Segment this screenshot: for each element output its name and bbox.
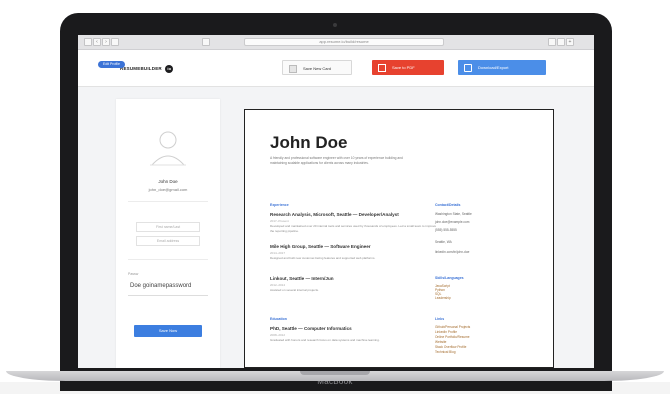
contact-item: (555) 555-5555 bbox=[435, 228, 457, 232]
download-icon[interactable] bbox=[548, 38, 556, 46]
app-header: RESUMEBUILDER io Save New Card Save to P… bbox=[78, 50, 594, 87]
contact-item: Washington State, Seattle bbox=[435, 212, 472, 216]
password-underline bbox=[128, 295, 208, 296]
job-title: Research Analysis, Microsoft, Seattle — … bbox=[270, 212, 399, 217]
link-item[interactable]: Stack Overflow Profile bbox=[435, 345, 515, 349]
links-heading: Links bbox=[435, 317, 445, 321]
password-label: Passw bbox=[128, 272, 139, 276]
edit-profile-badge[interactable]: Edit Profile bbox=[98, 61, 125, 68]
logo-mark-icon: io bbox=[165, 65, 174, 73]
education-description: Graduated with honors and research focus… bbox=[270, 338, 380, 342]
contact-item: Seattle, WA bbox=[435, 240, 452, 244]
save-pdf-label: Save to PDF bbox=[392, 65, 415, 70]
skills-heading: Skills/Languages bbox=[435, 276, 464, 280]
sidebar-toggle-icon[interactable] bbox=[111, 38, 119, 46]
job-dates: 2014–2017 bbox=[270, 251, 286, 255]
divider bbox=[128, 201, 208, 202]
skill-item: Leadership bbox=[435, 296, 451, 300]
education-title: PhD, Seattle — Computer Informatics bbox=[270, 326, 352, 331]
share-icon[interactable] bbox=[202, 38, 210, 46]
save-icon bbox=[289, 64, 297, 73]
save-card-label: Save New Card bbox=[303, 66, 332, 71]
job-dates: 2012–2014 bbox=[270, 283, 286, 287]
contact-item: linkedin.com/in/john-doe bbox=[435, 250, 470, 254]
new-tab-icon[interactable]: + bbox=[566, 38, 574, 46]
job-description: Designed and built new customer-facing f… bbox=[270, 256, 376, 260]
download-label: Download/Export bbox=[478, 65, 509, 70]
contact-heading: Contact/Details bbox=[435, 203, 461, 207]
avatar[interactable] bbox=[148, 127, 188, 167]
job-description: Developed and maintained over 20 interna… bbox=[270, 224, 437, 233]
job-title: Linkout, Seattle — Intern/Jun bbox=[270, 276, 334, 281]
education-dates: 2008–2012 bbox=[270, 333, 286, 337]
download-button[interactable]: Download/Export bbox=[458, 60, 546, 75]
experience-heading: Experience bbox=[270, 203, 289, 207]
resume-preview[interactable]: John Doe A friendly and professional sof… bbox=[244, 109, 554, 368]
browser-nav-group: ‹ › bbox=[84, 38, 119, 46]
name-field[interactable]: First name/Last bbox=[136, 222, 200, 232]
link-item[interactable]: Github/Personal Projects bbox=[435, 325, 515, 329]
editor-area: John Doe john_doe@gmail.com First name/L… bbox=[78, 87, 594, 368]
browser-tools-group: + bbox=[548, 38, 574, 46]
divider bbox=[128, 259, 208, 260]
profile-sidebar: John Doe john_doe@gmail.com First name/L… bbox=[116, 99, 220, 368]
job-title: Mile High Group, Seattle — Software Engi… bbox=[270, 244, 371, 249]
browser-share-group bbox=[202, 38, 210, 46]
user-icon bbox=[150, 131, 186, 166]
resume-name: John Doe bbox=[270, 133, 348, 152]
link-item[interactable]: Website bbox=[435, 340, 515, 344]
save-profile-button[interactable]: Save Now bbox=[134, 325, 202, 337]
profile-email: john_doe@gmail.com bbox=[148, 187, 188, 192]
window-close-icon[interactable] bbox=[84, 38, 92, 46]
link-item[interactable]: LinkedIn Profile bbox=[435, 330, 515, 334]
export-icon bbox=[464, 63, 472, 72]
profile-name: John Doe bbox=[158, 179, 178, 184]
tabs-icon[interactable] bbox=[557, 38, 565, 46]
resume-summary: A friendly and professional software eng… bbox=[270, 156, 403, 165]
password-field[interactable]: Doe goinamepassword bbox=[130, 283, 191, 289]
education-heading: Education bbox=[270, 317, 287, 321]
logo-text: RESUMEBUILDER bbox=[120, 66, 162, 72]
link-item[interactable]: Online Portfolio/Resume bbox=[435, 335, 515, 339]
back-icon[interactable]: ‹ bbox=[93, 38, 101, 46]
job-dates: 2017–Present bbox=[270, 219, 289, 223]
pdf-icon bbox=[378, 63, 386, 72]
webcam-icon bbox=[333, 23, 337, 27]
save-pdf-button[interactable]: Save to PDF bbox=[372, 60, 444, 75]
save-card-button[interactable]: Save New Card bbox=[282, 60, 352, 75]
forward-icon[interactable]: › bbox=[102, 38, 110, 46]
email-field[interactable]: Email address bbox=[136, 236, 200, 246]
address-bar[interactable]: app.resume.io/build/resume bbox=[244, 38, 444, 46]
browser-toolbar: ‹ › app.resume.io/build/resume + bbox=[78, 35, 594, 50]
laptop-notch bbox=[300, 371, 370, 375]
laptop-screen: ‹ › app.resume.io/build/resume + RESUMEB… bbox=[78, 35, 594, 368]
app-logo[interactable]: RESUMEBUILDER io bbox=[120, 65, 174, 73]
job-description: Assisted on several internal projects. bbox=[270, 288, 319, 292]
contact-item: john.doe@example.com bbox=[435, 220, 470, 224]
link-item[interactable]: Technical Blog bbox=[435, 350, 515, 354]
